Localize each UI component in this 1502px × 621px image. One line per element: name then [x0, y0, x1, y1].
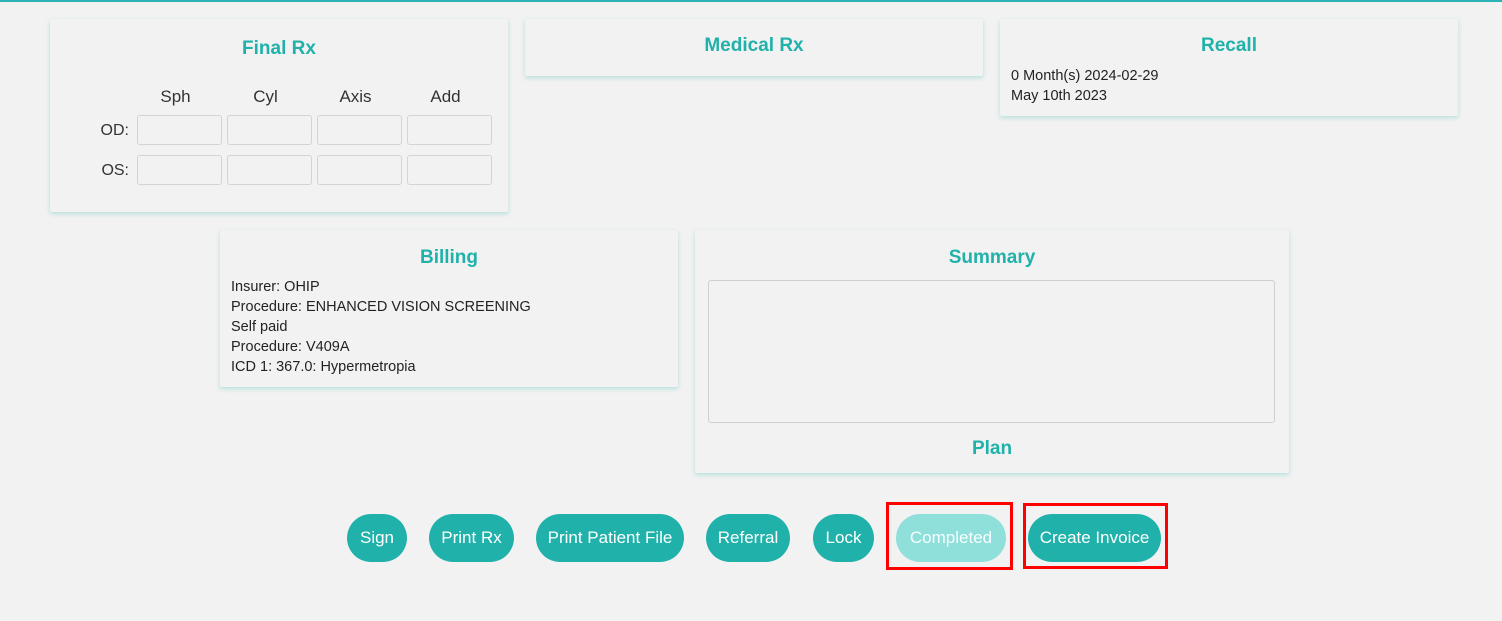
os-add-input[interactable] — [407, 155, 492, 185]
row-label-os: OS: — [101, 162, 129, 179]
summary-title: Summary — [948, 247, 1036, 268]
billing-card: Billing Insurer: OHIP Procedure: ENHANCE… — [220, 230, 678, 387]
create-invoice-highlight-box — [1023, 503, 1168, 569]
os-sph-input[interactable] — [137, 155, 222, 185]
recall-line: 0 Month(s) 2024-02-29 — [1011, 68, 1159, 84]
medical-rx-card: Medical Rx — [525, 19, 983, 76]
os-cyl-input[interactable] — [227, 155, 312, 185]
col-head-sph: Sph — [160, 87, 191, 106]
final-rx-title: Final Rx — [242, 38, 316, 59]
print-patient-file-button[interactable]: Print Patient File — [536, 514, 684, 562]
print-rx-button[interactable]: Print Rx — [429, 514, 514, 562]
final-rx-card: Final Rx Sph Cyl Axis Add OD: OS: — [50, 19, 508, 212]
billing-line: Self paid — [231, 319, 288, 335]
sign-button[interactable]: Sign — [347, 514, 407, 562]
os-axis-input[interactable] — [317, 155, 402, 185]
top-accent-line — [0, 0, 1502, 2]
od-add-input[interactable] — [407, 115, 492, 145]
od-sph-input[interactable] — [137, 115, 222, 145]
billing-line: ICD 1: 367.0: Hypermetropia — [231, 359, 416, 375]
completed-highlight-box — [886, 502, 1013, 570]
od-cyl-input[interactable] — [227, 115, 312, 145]
recall-card: Recall 0 Month(s) 2024-02-29 May 10th 20… — [1000, 19, 1458, 116]
summary-card: Summary Plan — [695, 230, 1289, 473]
lock-button[interactable]: Lock — [813, 514, 874, 562]
col-head-add: Add — [430, 87, 461, 106]
billing-line: Procedure: V409A — [231, 339, 350, 355]
recall-title: Recall — [1201, 35, 1257, 56]
col-head-axis: Axis — [339, 87, 372, 106]
medical-rx-title: Medical Rx — [704, 35, 804, 56]
billing-line: Procedure: ENHANCED VISION SCREENING — [231, 299, 531, 315]
billing-title: Billing — [419, 247, 479, 268]
od-axis-input[interactable] — [317, 115, 402, 145]
recall-line: May 10th 2023 — [1011, 88, 1107, 104]
row-label-od: OD: — [100, 122, 129, 139]
col-head-cyl: Cyl — [253, 87, 278, 106]
plan-title: Plan — [971, 438, 1013, 459]
summary-textarea[interactable] — [708, 280, 1275, 423]
billing-line: Insurer: OHIP — [231, 279, 320, 295]
referral-button[interactable]: Referral — [706, 514, 790, 562]
